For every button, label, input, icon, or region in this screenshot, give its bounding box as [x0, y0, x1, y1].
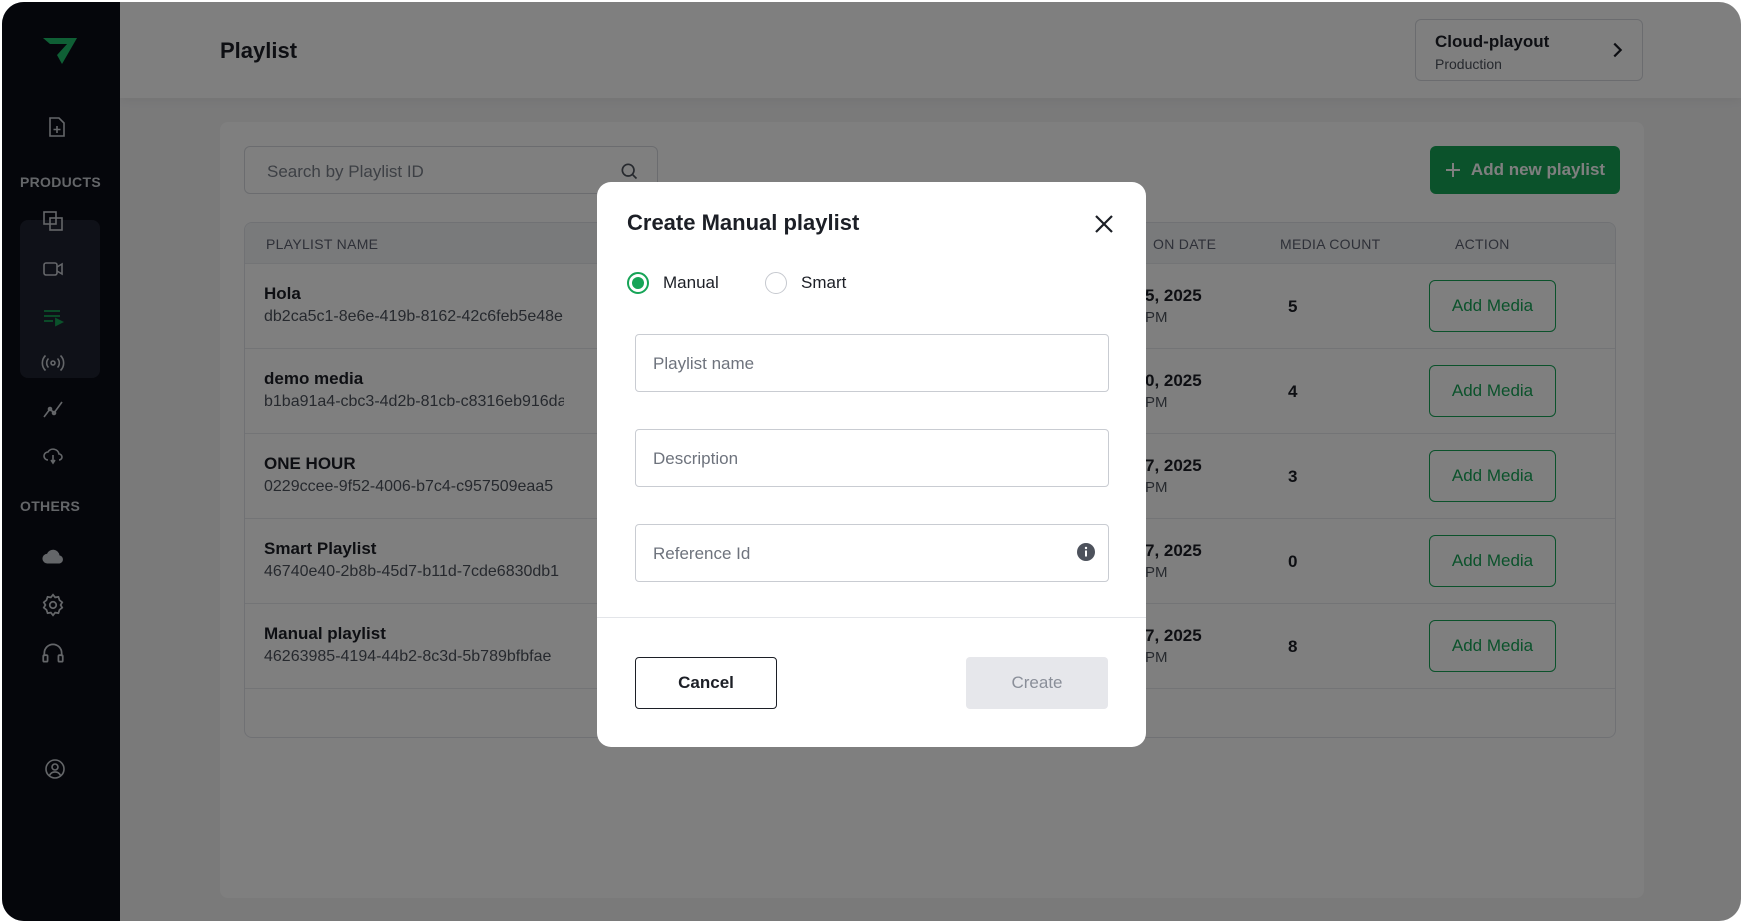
radio-manual-indicator[interactable]	[627, 272, 649, 294]
description-field[interactable]: Description	[635, 429, 1109, 487]
modal-title: Create Manual playlist	[627, 210, 860, 235]
create-playlist-modal: Create Manual playlist Manual Smart Play…	[597, 182, 1146, 747]
reference-id-field[interactable]: Reference Id	[635, 524, 1109, 582]
cancel-button[interactable]: Cancel	[635, 657, 777, 709]
modal-divider	[597, 617, 1146, 618]
close-icon[interactable]	[1090, 210, 1118, 238]
info-icon[interactable]	[1076, 542, 1096, 562]
radio-smart[interactable]: Smart	[765, 272, 846, 294]
playlist-name-field[interactable]: Playlist name	[635, 334, 1109, 392]
playlist-name-placeholder: Playlist name	[653, 354, 755, 373]
reference-id-placeholder: Reference Id	[653, 544, 751, 563]
radio-smart-label: Smart	[801, 273, 847, 292]
radio-manual[interactable]: Manual	[627, 272, 719, 294]
radio-smart-indicator[interactable]	[765, 272, 787, 294]
radio-manual-label: Manual	[663, 273, 719, 292]
app-window: PRODUCTS	[2, 2, 1741, 921]
create-button[interactable]: Create	[966, 657, 1108, 709]
description-placeholder: Description	[653, 449, 739, 468]
